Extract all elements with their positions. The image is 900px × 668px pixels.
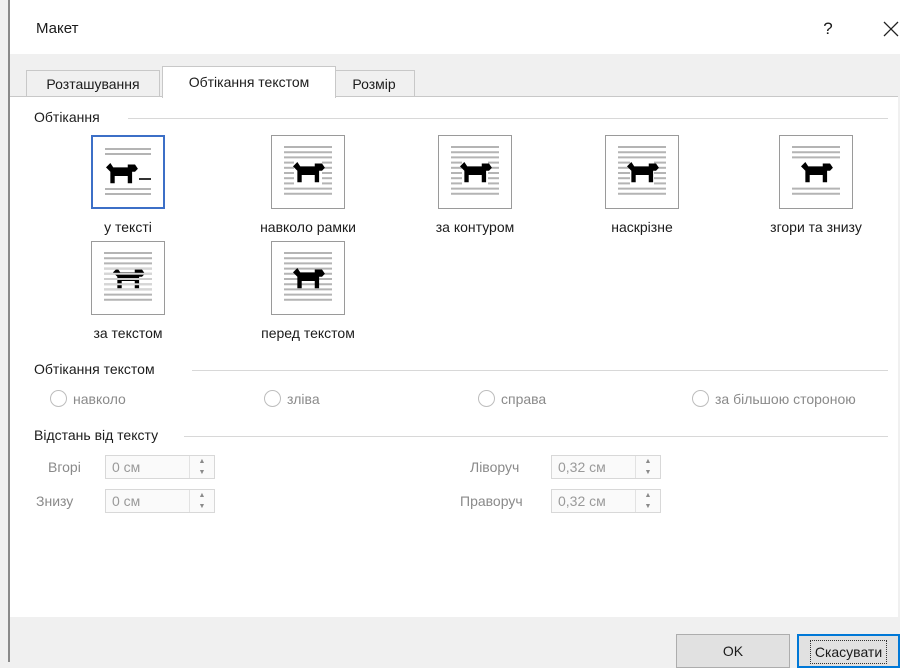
cancel-button-label: Скасувати <box>809 640 888 664</box>
chevron-down-icon[interactable]: ▼ <box>636 501 660 512</box>
left-distance-input[interactable] <box>552 456 648 478</box>
radio-label: зліва <box>287 391 320 407</box>
chevron-down-icon[interactable]: ▼ <box>636 467 660 478</box>
wrap-option-label: навколо рамки <box>260 219 356 235</box>
radio-circle <box>692 390 709 407</box>
dialog-title: Макет <box>36 20 79 37</box>
top-distance-input[interactable] <box>106 456 202 478</box>
radio-circle <box>478 390 495 407</box>
left-distance-spinner[interactable]: ▲▼ <box>551 455 661 479</box>
tab-size[interactable]: Розмір <box>334 70 415 97</box>
left-distance-label: Ліворуч <box>470 459 520 475</box>
bottom-distance-spinner[interactable]: ▲▼ <box>105 489 215 513</box>
wrap-option-label: наскрізне <box>611 219 673 235</box>
in-front-of-text-icon <box>271 241 345 315</box>
bottom-distance-label: Знизу <box>36 493 74 509</box>
wrap-option-label: за текстом <box>93 325 163 341</box>
right-distance-spinner[interactable]: ▲▼ <box>551 489 661 513</box>
wrap-option-top-bottom[interactable]: згори та знизу <box>758 135 874 235</box>
wrapping-style-heading: Обтікання <box>34 109 100 125</box>
radio-label: справа <box>501 391 547 407</box>
chevron-down-icon[interactable]: ▼ <box>190 467 214 478</box>
chevron-up-icon[interactable]: ▲ <box>190 490 214 501</box>
separator <box>184 436 888 437</box>
wrap-option-inline[interactable]: у тексті <box>78 135 178 235</box>
chevron-down-icon[interactable]: ▼ <box>190 501 214 512</box>
tight-wrap-icon <box>438 135 512 209</box>
wrap-text-heading: Обтікання текстом <box>34 361 155 377</box>
top-distance-spinner[interactable]: ▲▼ <box>105 455 215 479</box>
wrap-option-in-front[interactable]: перед текстом <box>248 241 368 341</box>
spinner-arrows[interactable]: ▲ ▼ <box>635 456 660 478</box>
radio-both-sides[interactable]: навколо <box>50 390 126 407</box>
wrap-option-label: перед текстом <box>261 325 355 341</box>
radio-circle <box>50 390 67 407</box>
radio-right-only[interactable]: справа <box>478 390 546 407</box>
tab-text-wrapping[interactable]: Обтікання текстом <box>162 66 336 98</box>
ok-button[interactable]: OK <box>676 634 790 668</box>
bottom-distance-input[interactable] <box>106 490 202 512</box>
chevron-up-icon[interactable]: ▲ <box>636 490 660 501</box>
cancel-button[interactable]: Скасувати <box>797 634 900 668</box>
spinner-arrows[interactable]: ▲ ▼ <box>635 490 660 512</box>
wrap-option-through[interactable]: наскрізне <box>592 135 692 235</box>
distance-heading: Відстань від тексту <box>34 427 159 443</box>
wrap-option-label: за контуром <box>435 219 515 235</box>
wrap-option-tight[interactable]: за контуром <box>420 135 530 235</box>
separator <box>192 370 888 371</box>
radio-label: навколо <box>73 391 126 407</box>
separator <box>128 118 888 119</box>
top-and-bottom-icon <box>779 135 853 209</box>
tab-panel: Обтікання у тексті навколо рамки за конт… <box>10 96 898 618</box>
radio-label: за більшою стороною <box>715 391 856 407</box>
top-distance-label: Вгорі <box>48 459 81 475</box>
title-bar: Макет ? <box>10 0 900 54</box>
radio-circle <box>264 390 281 407</box>
wrap-option-behind[interactable]: за текстом <box>78 241 178 341</box>
chevron-up-icon[interactable]: ▲ <box>190 456 214 467</box>
spinner-arrows[interactable]: ▲ ▼ <box>189 490 214 512</box>
chevron-up-icon[interactable]: ▲ <box>636 456 660 467</box>
wrap-option-label: у тексті <box>104 219 152 235</box>
wrap-option-label: згори та знизу <box>770 219 862 235</box>
through-wrap-icon <box>605 135 679 209</box>
help-button[interactable]: ? <box>814 12 842 46</box>
tab-position[interactable]: Розташування <box>26 70 160 97</box>
inline-with-text-icon <box>91 135 165 209</box>
close-icon <box>883 21 899 37</box>
close-button[interactable] <box>874 12 900 46</box>
spinner-arrows[interactable]: ▲ ▼ <box>189 456 214 478</box>
wrap-option-square[interactable]: навколо рамки <box>248 135 368 235</box>
square-wrap-icon <box>271 135 345 209</box>
right-distance-label: Праворуч <box>460 493 523 509</box>
radio-largest-side[interactable]: за більшою стороною <box>692 390 856 407</box>
behind-text-icon <box>91 241 165 315</box>
right-distance-input[interactable] <box>552 490 648 512</box>
radio-left-only[interactable]: зліва <box>264 390 320 407</box>
